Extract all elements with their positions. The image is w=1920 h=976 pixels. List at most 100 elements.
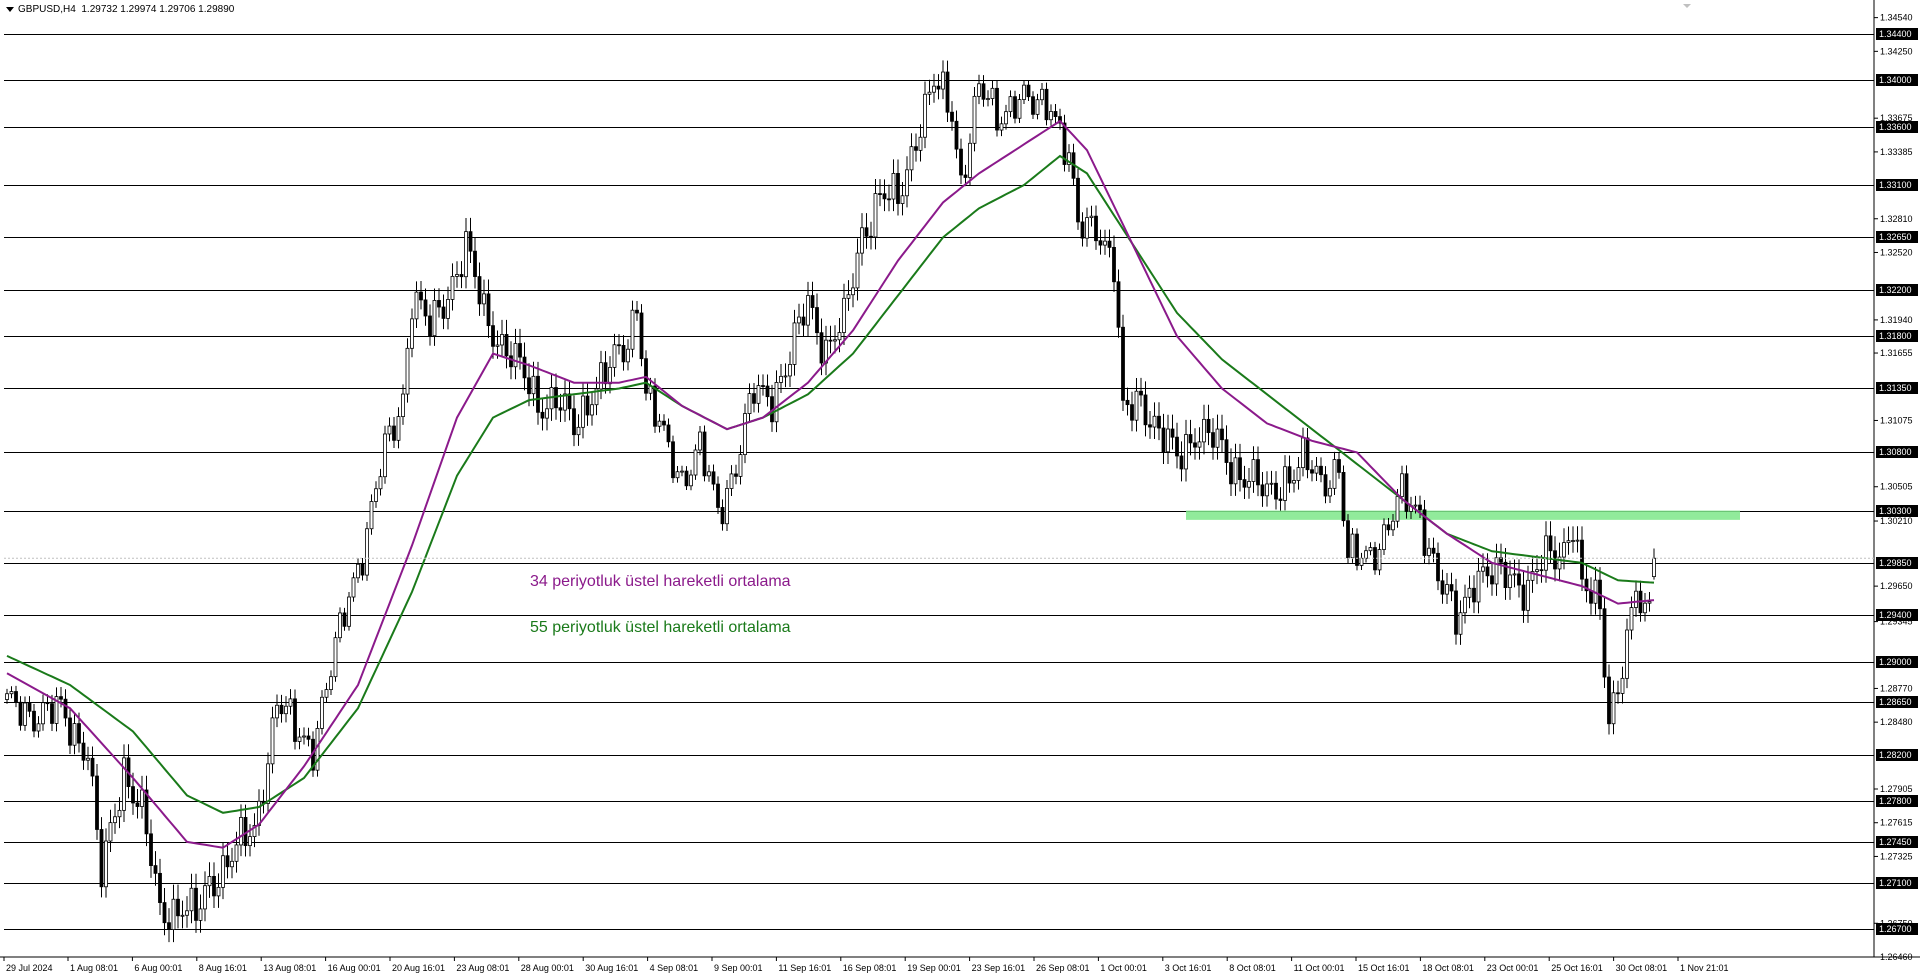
candle-body[interactable] — [239, 817, 243, 846]
candle-body[interactable] — [189, 887, 194, 912]
candle-body[interactable] — [509, 355, 513, 368]
candle-body[interactable] — [1242, 479, 1247, 488]
candle-body[interactable] — [405, 347, 410, 395]
candle-body[interactable] — [783, 375, 788, 378]
candle-body[interactable] — [788, 364, 792, 377]
candle-body[interactable] — [914, 146, 918, 151]
candle-body[interactable] — [36, 723, 41, 732]
candle-body[interactable] — [225, 855, 230, 868]
candle-body[interactable] — [1382, 524, 1386, 550]
candle-body[interactable] — [1166, 428, 1170, 453]
candle-body[interactable] — [441, 306, 446, 319]
candle-body[interactable] — [216, 886, 221, 897]
candle-body[interactable] — [918, 136, 923, 151]
candle-body[interactable] — [1350, 533, 1355, 559]
candle-body[interactable] — [1575, 539, 1580, 542]
candle-body[interactable] — [473, 250, 477, 277]
candle-body[interactable] — [45, 702, 50, 705]
candle-body[interactable] — [1337, 459, 1341, 473]
candle-body[interactable] — [1571, 540, 1575, 542]
candle-body[interactable] — [846, 294, 851, 299]
candle-body[interactable] — [1611, 692, 1616, 725]
candle-body[interactable] — [941, 71, 945, 90]
candle-body[interactable] — [738, 454, 743, 477]
candle-body[interactable] — [387, 425, 392, 435]
candle-body[interactable] — [1193, 442, 1197, 448]
candle-body[interactable] — [1359, 557, 1364, 566]
candle-body[interactable] — [1152, 415, 1157, 428]
candle-body[interactable] — [131, 786, 135, 804]
candle-body[interactable] — [959, 148, 963, 176]
resistance-zone[interactable] — [1186, 510, 1740, 520]
candle-body[interactable] — [491, 325, 495, 347]
candle-body[interactable] — [81, 742, 86, 761]
candle-body[interactable] — [927, 91, 932, 95]
candle-body[interactable] — [1445, 584, 1449, 595]
candle-body[interactable] — [1274, 482, 1278, 500]
candle-body[interactable] — [1386, 524, 1391, 531]
candle-body[interactable] — [221, 855, 225, 888]
candle-body[interactable] — [1517, 573, 1521, 586]
candle-body[interactable] — [1454, 590, 1458, 635]
candle-body[interactable] — [513, 343, 518, 368]
candle-body[interactable] — [1040, 88, 1044, 101]
candle-body[interactable] — [1562, 542, 1566, 558]
candle-body[interactable] — [864, 227, 869, 237]
candle-body[interactable] — [833, 339, 837, 342]
candle-body[interactable] — [333, 637, 338, 678]
candle-body[interactable] — [954, 120, 959, 150]
candle-body[interactable] — [531, 375, 536, 395]
candle-body[interactable] — [1139, 390, 1143, 396]
candle-body[interactable] — [1616, 692, 1620, 695]
candle-body[interactable] — [329, 676, 333, 690]
candle-body[interactable] — [1143, 394, 1148, 426]
candle-body[interactable] — [792, 322, 797, 365]
candle-body[interactable] — [1431, 547, 1436, 554]
candle-body[interactable] — [1485, 566, 1490, 577]
candle-body[interactable] — [1368, 547, 1373, 552]
candle-body[interactable] — [716, 483, 720, 508]
candle-body[interactable] — [113, 816, 117, 824]
candle-body[interactable] — [891, 173, 896, 200]
candle-body[interactable] — [851, 287, 855, 296]
candle-body[interactable] — [905, 169, 909, 197]
candle-body[interactable] — [1206, 418, 1211, 434]
candle-body[interactable] — [1089, 215, 1094, 219]
candle-body[interactable] — [693, 449, 698, 476]
candle-body[interactable] — [882, 193, 887, 200]
candle-body[interactable] — [828, 339, 833, 342]
candle-body[interactable] — [1188, 434, 1193, 444]
candle-body[interactable] — [108, 822, 113, 842]
candle-body[interactable] — [135, 802, 140, 807]
candle-body[interactable] — [9, 691, 14, 695]
candle-body[interactable] — [167, 922, 171, 930]
candle-body[interactable] — [423, 299, 428, 317]
candle-body[interactable] — [194, 887, 198, 921]
candle-body[interactable] — [351, 577, 356, 598]
candle-body[interactable] — [1449, 584, 1454, 592]
candle-body[interactable] — [1215, 428, 1220, 448]
candle-body[interactable] — [104, 840, 108, 888]
candle-body[interactable] — [1211, 432, 1215, 448]
candle-body[interactable] — [599, 362, 603, 390]
candle-body[interactable] — [756, 385, 761, 404]
candle-body[interactable] — [1121, 326, 1125, 401]
candle-body[interactable] — [1053, 111, 1058, 117]
candle-body[interactable] — [396, 416, 401, 441]
candle-body[interactable] — [1260, 484, 1265, 497]
candle-body[interactable] — [176, 898, 180, 917]
candle-body[interactable] — [617, 344, 621, 347]
candle-body[interactable] — [99, 829, 104, 888]
candle-body[interactable] — [360, 563, 365, 576]
candle-body[interactable] — [437, 300, 441, 308]
candle-body[interactable] — [68, 717, 72, 746]
candle-body[interactable] — [1440, 580, 1445, 595]
candle-body[interactable] — [860, 227, 864, 254]
candle-body[interactable] — [23, 702, 27, 726]
candle-body[interactable] — [1634, 590, 1638, 608]
candle-body[interactable] — [1170, 428, 1175, 438]
candle-body[interactable] — [1328, 487, 1332, 497]
candle-body[interactable] — [1643, 602, 1647, 614]
candle-body[interactable] — [518, 343, 522, 358]
candle-body[interactable] — [266, 763, 270, 804]
